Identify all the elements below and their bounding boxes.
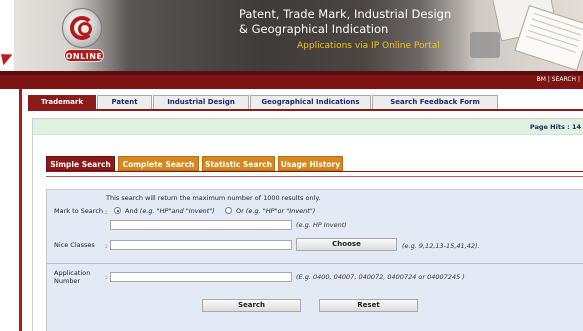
tab-geographical-indications[interactable]: Geographical Indications	[250, 95, 371, 109]
or-option: Or (e.g. "HP"or "Invent")	[236, 207, 315, 215]
certificate-sheet-icon	[514, 4, 583, 71]
tab-simple-search[interactable]: Simple Search	[46, 156, 115, 171]
search-button[interactable]: Search	[202, 299, 301, 312]
reset-button[interactable]: Reset	[319, 299, 418, 312]
banner-title-line1: Patent, Trade Mark, Industrial Design	[239, 7, 452, 21]
application-number-hint: (E.g. 0400, 04007, 040072, 0400724 or 04…	[296, 273, 465, 281]
trademark-stamp-icon	[470, 32, 500, 58]
tab-trademark[interactable]: Trademark	[28, 95, 96, 109]
left-border-line	[19, 89, 22, 331]
tab-statistic-search[interactable]: Statistic Search	[202, 156, 275, 171]
mark-search-input[interactable]	[110, 220, 292, 230]
mark-colon: :	[105, 208, 108, 216]
form-divider	[47, 263, 583, 264]
tab-industrial-design[interactable]: Industrial Design	[153, 95, 249, 109]
search-tabs-rule	[46, 176, 583, 177]
and-example: (e.g. "HP"and "Invent")	[139, 207, 215, 215]
main-tabs-underline	[28, 109, 583, 111]
banner-title-line2: & Geographical Indication	[239, 22, 389, 36]
and-label: And	[125, 207, 138, 215]
logo-inner-icon	[78, 22, 92, 36]
banner-subtitle: Applications via IP Online Portal	[297, 41, 440, 51]
banner-documents-image	[470, 0, 583, 71]
tab-complete-search[interactable]: Complete Search	[118, 156, 199, 171]
nice-classes-input[interactable]	[110, 240, 292, 250]
or-example: (e.g. "HP"or "Invent")	[245, 207, 316, 215]
header-banner: ONLINE Patent, Trade Mark, Industrial De…	[0, 0, 583, 71]
choose-button[interactable]: Choose	[296, 238, 397, 251]
and-radio[interactable]	[114, 207, 121, 214]
mark-to-search-label: Mark to Search	[54, 207, 104, 215]
or-radio[interactable]	[225, 207, 232, 214]
or-label: Or	[236, 207, 244, 215]
nice-colon: :	[105, 242, 108, 250]
top-nav-bar: BM | SEARCH |	[0, 71, 583, 89]
top-nav-shadow	[0, 71, 583, 75]
logo-text: ONLINE	[64, 49, 104, 62]
page-hits-bar: Page Hits : 14	[33, 119, 583, 135]
top-links[interactable]: BM | SEARCH |	[537, 76, 580, 83]
nice-classes-row: Nice Classes : Choose (e.g. 9,12,13-15,4…	[47, 238, 583, 256]
main-tabs: Trademark Patent Industrial Design Geogr…	[28, 95, 583, 109]
ip-online-logo[interactable]: ONLINE	[60, 6, 106, 62]
application-label-line1: Application	[54, 269, 91, 277]
search-tabs-underline	[46, 171, 583, 172]
application-number-input[interactable]	[110, 272, 292, 282]
mark-to-search-row: Mark to Search : And (e.g. "HP"and "Inve…	[47, 205, 583, 235]
nice-classes-label: Nice Classes	[54, 241, 95, 249]
nice-hint: (e.g. 9,12,13-15,41,42).	[402, 242, 480, 250]
and-option: And (e.g. "HP"and "Invent")	[125, 207, 215, 215]
application-number-label: Application Number	[54, 269, 90, 285]
application-label-line2: Number	[54, 277, 81, 285]
content-panel: Page Hits : 14 Simple Search Complete Se…	[32, 118, 583, 331]
tab-search-feedback-form[interactable]: Search Feedback Form	[372, 95, 498, 109]
mark-hint: (e.g. HP Invent)	[296, 221, 347, 229]
tab-usage-history[interactable]: Usage History	[278, 156, 343, 171]
banner-title: Patent, Trade Mark, Industrial Design & …	[239, 7, 451, 37]
application-colon: :	[105, 273, 108, 281]
application-number-row: Application Number : (E.g. 0400, 04007, …	[47, 269, 583, 291]
results-limit-note: This search will return the maximum numb…	[106, 194, 321, 202]
tab-patent[interactable]: Patent	[97, 95, 152, 109]
simple-search-form: This search will return the maximum numb…	[46, 189, 583, 331]
page-hits-counter: Page Hits : 14	[529, 123, 581, 131]
